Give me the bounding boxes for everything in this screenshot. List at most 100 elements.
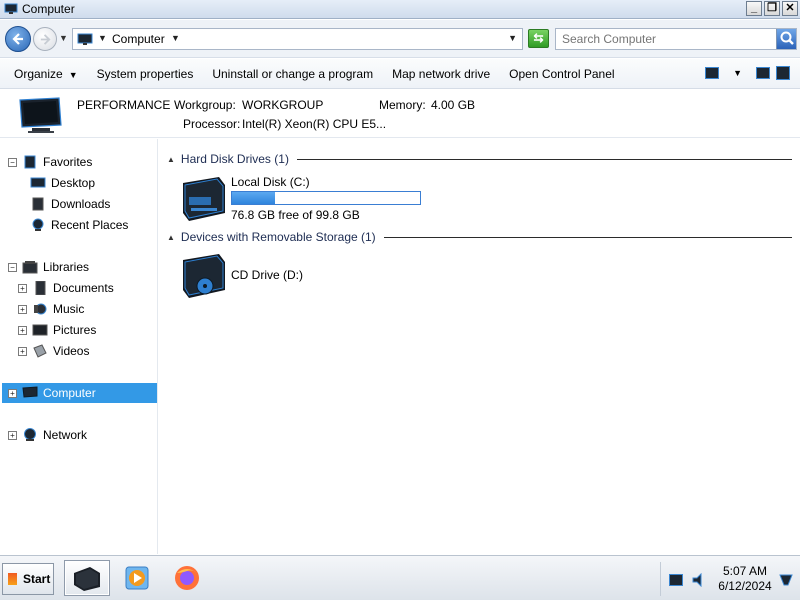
group-divider [296,158,792,160]
nav-network[interactable]: + Network [8,425,87,445]
drive-name: CD Drive (D:) [231,268,303,282]
search-icon [780,31,794,45]
nav-favorites[interactable]: − Favorites [8,152,92,172]
explorer-icon [74,567,100,591]
expand-icon[interactable]: + [18,304,27,314]
group-hard-disk-drives[interactable]: ▲ Hard Disk Drives (1) [167,151,792,167]
firefox-icon [175,566,199,590]
map-network-drive-button[interactable]: Map network drive [392,67,490,81]
content-pane: ▲ Hard Disk Drives (1) Local Disk (C:) 7… [159,139,800,554]
volume-icon[interactable] [691,573,707,587]
nav-label: Documents [53,281,114,295]
uninstall-program-button[interactable]: Uninstall or change a program [212,67,373,81]
processor-value: Intel(R) Xeon(R) CPU E5... [242,117,387,131]
back-button[interactable] [5,26,31,52]
drive-local-disk-c[interactable]: Local Disk (C:) 76.8 GB free of 99.8 GB [179,175,459,225]
nav-music[interactable]: + Music [18,299,84,319]
breadcrumb-arrow-icon[interactable]: ▼ [171,33,180,43]
expand-icon[interactable]: + [18,325,27,335]
drive-name: Local Disk (C:) [231,175,310,189]
workgroup-label: Workgroup: [174,98,236,112]
workgroup-value: WORKGROUP [242,98,324,112]
group-removable-storage[interactable]: ▲ Devices with Removable Storage (1) [167,229,792,245]
group-divider [383,236,792,238]
system-properties-button[interactable]: System properties [97,67,194,81]
collapse-group-icon: ▲ [167,232,175,242]
memory-label: Memory: [379,98,426,112]
taskbar-explorer-button[interactable] [64,560,110,596]
expand-icon[interactable]: + [18,283,27,293]
display-tray-icon[interactable] [669,574,683,586]
computer-monitor-icon [19,97,62,133]
network-icon [24,428,36,441]
nav-label: Downloads [51,197,111,211]
music-icon [34,303,47,315]
computer-icon [22,386,38,398]
collapse-icon[interactable]: − [8,262,17,272]
nav-computer[interactable]: + Computer [2,383,157,403]
back-arrow-icon [12,33,23,45]
preview-pane-icon[interactable] [756,67,770,79]
nav-label: Music [53,302,85,316]
search-input[interactable] [558,30,772,48]
organize-label: Organize [14,66,63,81]
breadcrumb-arrow-icon[interactable]: ▼ [98,33,107,43]
start-label: Start [23,572,51,586]
expand-icon[interactable]: + [8,430,17,440]
open-control-panel-button[interactable]: Open Control Panel [509,67,614,81]
nav-label: Recent Places [51,218,129,232]
view-options-dropdown[interactable]: ▼ [733,68,742,78]
address-history-dropdown[interactable]: ▼ [508,33,517,43]
recent-places-icon [32,218,44,231]
clock[interactable]: 5:07 AM 6/12/2024 [713,564,777,594]
refresh-button[interactable]: ⇆ [528,29,549,48]
search-button[interactable] [776,29,796,49]
search-box[interactable] [555,28,797,50]
drive-cd-d[interactable]: CD Drive (D:) [179,252,379,302]
clock-date: 6/12/2024 [718,579,772,593]
nav-pictures[interactable]: + Pictures [18,320,96,340]
nav-label: Favorites [43,155,93,169]
nav-recent-places[interactable]: Recent Places [30,215,128,235]
documents-icon [35,281,46,295]
drive-usage-fill [232,192,276,204]
nav-downloads[interactable]: Downloads [30,194,110,214]
downloads-icon [32,197,44,211]
computer-name: PERFORMANCE [77,98,171,112]
minimize-button[interactable]: _ [746,1,762,16]
computer-icon [4,3,18,14]
videos-icon [33,344,47,358]
libraries-icon [22,261,38,274]
pictures-icon [32,324,48,336]
organize-menu[interactable]: Organize ▼ [14,67,78,81]
close-button[interactable]: ✕ [782,1,798,16]
nav-desktop[interactable]: Desktop [30,173,95,193]
show-desktop-icon[interactable] [779,574,793,586]
group-title: Hard Disk Drives (1) [180,152,289,166]
system-tray: 5:07 AM 6/12/2024 [660,562,798,596]
collapse-icon[interactable]: − [8,157,17,167]
processor-label: Processor: [183,117,241,131]
command-bar: Organize ▼ System properties Uninstall or… [0,59,800,89]
clock-time: 5:07 AM [722,564,768,578]
recent-pages-dropdown[interactable]: ▼ [59,33,68,43]
expand-icon[interactable]: + [18,346,27,356]
nav-videos[interactable]: + Videos [18,341,89,361]
media-player-icon [125,566,149,590]
title-bar: Computer _ ❐ ✕ [0,0,800,19]
start-button[interactable]: Start [2,563,54,595]
nav-libraries[interactable]: − Libraries [8,257,89,277]
expand-icon[interactable]: + [8,388,17,398]
help-icon[interactable] [776,66,790,80]
taskbar-media-player-button[interactable] [114,560,160,596]
breadcrumb-computer[interactable]: Computer [112,32,165,46]
address-bar[interactable]: ▼ Computer ▼ ▼ [72,28,523,50]
forward-button[interactable] [33,27,57,51]
change-view-icon[interactable] [705,67,720,79]
chevron-down-icon: ▼ [68,69,78,80]
nav-label: Videos [53,344,90,358]
maximize-button[interactable]: ❐ [764,1,780,16]
taskbar: Start 5:07 AM 6/12/2024 [0,555,800,600]
nav-documents[interactable]: + Documents [18,278,114,298]
taskbar-firefox-button[interactable] [164,560,210,596]
